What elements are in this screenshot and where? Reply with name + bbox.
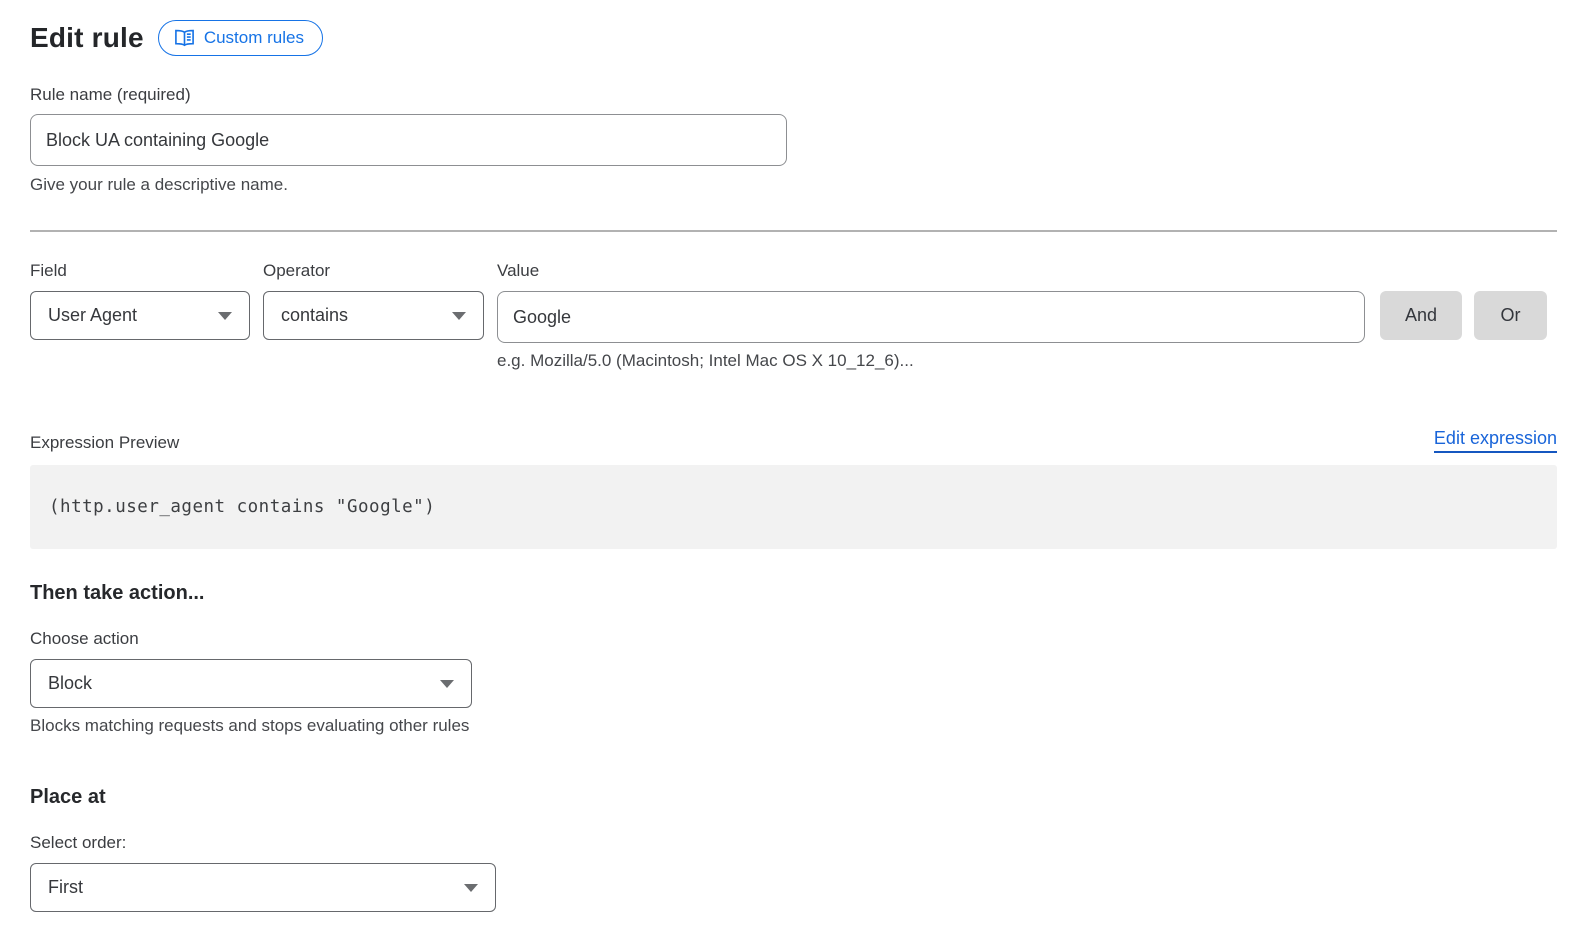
rule-name-input[interactable]: [30, 114, 787, 166]
custom-rules-badge[interactable]: Custom rules: [158, 20, 323, 56]
operator-label: Operator: [263, 260, 484, 281]
book-icon: [174, 29, 195, 47]
edit-expression-link[interactable]: Edit expression: [1434, 428, 1557, 453]
rule-name-help: Give your rule a descriptive name.: [30, 175, 1557, 195]
section-divider: [30, 230, 1557, 232]
value-label: Value: [497, 260, 1365, 281]
chevron-down-icon: [218, 312, 232, 320]
value-help: e.g. Mozilla/5.0 (Macintosh; Intel Mac O…: [497, 351, 1365, 371]
action-help: Blocks matching requests and stops evalu…: [30, 716, 1557, 736]
chevron-down-icon: [440, 680, 454, 688]
choose-action-label: Choose action: [30, 628, 1557, 649]
action-select[interactable]: Block: [30, 659, 472, 708]
value-input[interactable]: [497, 291, 1365, 343]
placement-section: Place at Select order: First: [30, 786, 1557, 912]
custom-rules-badge-label: Custom rules: [204, 28, 304, 48]
page-title: Edit rule: [30, 22, 144, 54]
field-label: Field: [30, 260, 250, 281]
expression-header: Expression Preview Edit expression: [30, 428, 1557, 453]
field-select-value: User Agent: [48, 305, 137, 326]
action-section: Then take action... Choose action Block …: [30, 582, 1557, 736]
expression-code: (http.user_agent contains "Google"): [49, 497, 435, 517]
expression-preview-label: Expression Preview: [30, 432, 179, 453]
place-at-heading: Place at: [30, 786, 1557, 809]
rule-name-label: Rule name (required): [30, 84, 1557, 105]
chevron-down-icon: [452, 312, 466, 320]
order-select[interactable]: First: [30, 863, 496, 912]
action-heading: Then take action...: [30, 582, 1557, 605]
condition-row: Field User Agent Operator contains Value…: [30, 260, 1557, 371]
operator-select[interactable]: contains: [263, 291, 484, 340]
or-button[interactable]: Or: [1474, 291, 1547, 340]
page-header: Edit rule Custom rules: [30, 18, 1557, 58]
chevron-down-icon: [464, 884, 478, 892]
action-select-value: Block: [48, 673, 92, 694]
order-select-value: First: [48, 877, 83, 898]
edit-rule-page: Edit rule Custom rules Rule name (requir…: [0, 0, 1587, 912]
operator-select-value: contains: [281, 305, 348, 326]
select-order-label: Select order:: [30, 832, 1557, 853]
value-group: Value e.g. Mozilla/5.0 (Macintosh; Intel…: [497, 260, 1365, 371]
logic-buttons: And Or: [1380, 260, 1547, 371]
expression-preview-box: (http.user_agent contains "Google"): [30, 465, 1557, 549]
rule-name-section: Rule name (required) Give your rule a de…: [30, 84, 1557, 195]
field-select[interactable]: User Agent: [30, 291, 250, 340]
field-group: Field User Agent: [30, 260, 250, 371]
and-button[interactable]: And: [1380, 291, 1462, 340]
operator-group: Operator contains: [263, 260, 484, 371]
